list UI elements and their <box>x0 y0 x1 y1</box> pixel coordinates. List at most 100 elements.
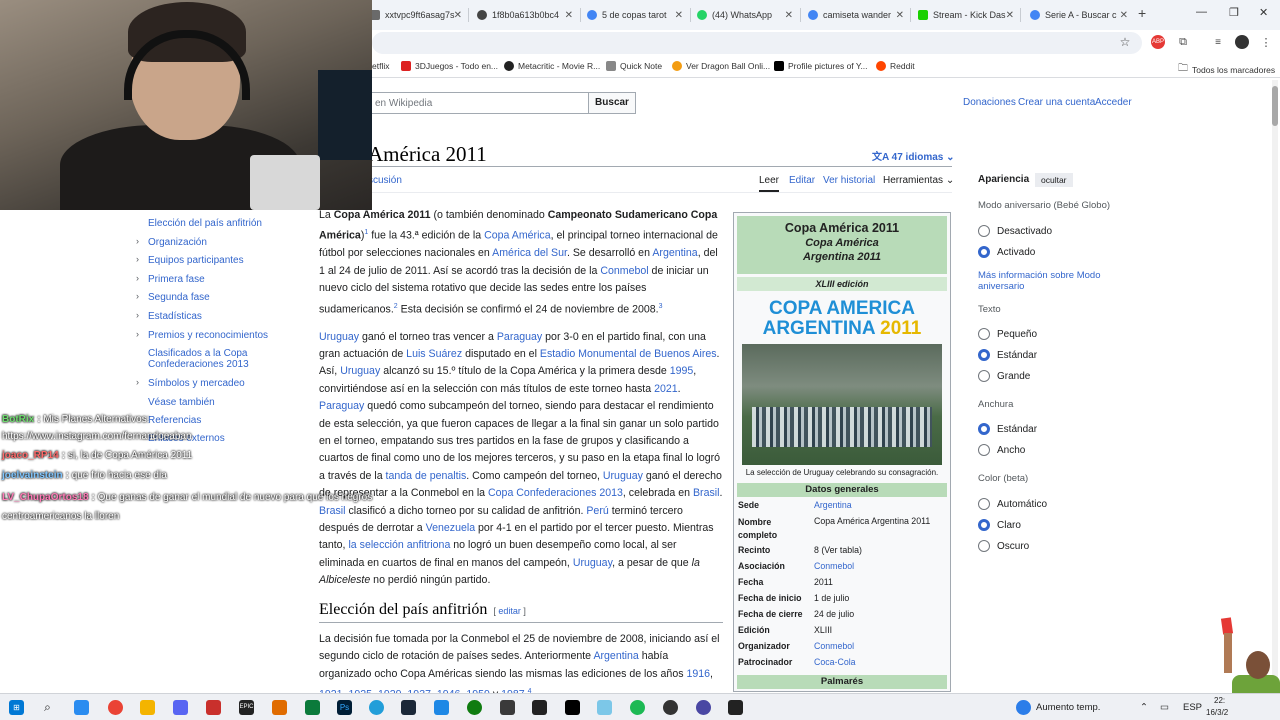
steam-icon[interactable] <box>401 700 416 715</box>
toc-item[interactable]: Segunda fase <box>148 292 210 303</box>
close-icon[interactable]: ✕ <box>454 10 462 21</box>
obs-icon[interactable] <box>663 700 678 715</box>
infobox-value[interactable]: Conmebol <box>814 561 950 571</box>
radio-button[interactable] <box>978 246 990 258</box>
browser-tab[interactable]: xxtvpc9ft6asag7s ✕ <box>370 5 462 25</box>
extensions-icon[interactable]: ⧉ <box>1176 35 1190 49</box>
tools-menu[interactable]: Herramientas ⌄ <box>883 175 954 186</box>
close-window-icon[interactable]: ✕ <box>1259 6 1268 19</box>
tab-discussion[interactable]: scusión <box>368 175 402 186</box>
tiktok-icon[interactable] <box>565 700 580 715</box>
app-icon[interactable] <box>728 700 743 715</box>
epic-games-icon[interactable]: EPIC <box>239 700 254 715</box>
bookmark[interactable]: 3DJuegos - Todo en... <box>401 61 498 71</box>
bookmark[interactable]: Ver Dragon Ball Onli... <box>672 61 770 71</box>
chrome-icon[interactable] <box>108 700 123 715</box>
donate-link[interactable]: Donaciones <box>963 97 1016 108</box>
avatar[interactable] <box>1235 35 1249 49</box>
photoshop-icon[interactable]: Ps <box>337 700 352 715</box>
close-icon[interactable]: ✕ <box>565 10 573 21</box>
tab-edit[interactable]: Editar <box>789 175 815 186</box>
infobox-value[interactable]: Argentina <box>814 500 950 510</box>
browser-tab[interactable]: (44) WhatsApp ✕ <box>697 5 793 25</box>
radio-button[interactable] <box>978 498 990 510</box>
clock-date[interactable]: 16/3/2 <box>1206 708 1228 717</box>
chevron-right-icon[interactable]: › <box>136 254 139 264</box>
toc-item[interactable]: Equipos participantes <box>148 255 244 266</box>
color-option[interactable]: Oscuro <box>978 540 1029 552</box>
star-icon[interactable]: ☆ <box>1118 35 1132 49</box>
app-icon[interactable] <box>696 700 711 715</box>
folder-icon[interactable] <box>140 700 155 715</box>
radio-button[interactable] <box>978 349 990 361</box>
language-indicator[interactable]: ESP <box>1183 702 1202 713</box>
bookmark[interactable]: Quick Note <box>606 61 662 71</box>
infobox-value[interactable]: Coca-Cola <box>814 657 950 667</box>
celebration-photo[interactable] <box>742 344 942 465</box>
toc-item[interactable]: Clasificados a la Copa Confederaciones 2… <box>148 348 258 370</box>
infobox-value[interactable]: Conmebol <box>814 641 950 651</box>
toc-item[interactable]: Véase también <box>148 397 215 408</box>
text-option[interactable]: Pequeño <box>978 328 1037 340</box>
hide-button[interactable]: ocultar <box>1035 173 1073 187</box>
text-option[interactable]: Estándar <box>978 349 1037 361</box>
more-menu-icon[interactable]: ⋮ <box>1259 35 1273 49</box>
search-icon[interactable]: ⌕ <box>40 700 55 715</box>
text-option[interactable]: Grande <box>978 370 1030 382</box>
radio-button[interactable] <box>978 444 990 456</box>
radio-button[interactable] <box>978 519 990 531</box>
app-icon[interactable] <box>206 700 221 715</box>
adblock-icon[interactable]: ABP <box>1151 35 1165 49</box>
app-icon[interactable] <box>305 700 320 715</box>
create-account-link[interactable]: Crear una cuenta <box>1018 97 1095 108</box>
radio-button[interactable] <box>978 370 990 382</box>
weather-icon[interactable] <box>1016 700 1031 715</box>
weather-text[interactable]: Aumento temp. <box>1036 702 1100 713</box>
bookmark[interactable]: Reddit <box>876 61 915 71</box>
search-input[interactable]: en Wikipedia <box>360 92 589 114</box>
widgets-icon[interactable] <box>74 700 89 715</box>
chevron-right-icon[interactable]: › <box>136 377 139 387</box>
chevron-right-icon[interactable]: › <box>136 236 139 246</box>
close-icon[interactable]: ✕ <box>675 10 683 21</box>
reading-list-icon[interactable]: ≡ <box>1211 35 1225 49</box>
clock-time[interactable]: 22: <box>1214 696 1225 705</box>
minimize-icon[interactable]: — <box>1196 6 1207 18</box>
login-link[interactable]: Acceder <box>1095 97 1132 108</box>
bookmark[interactable]: Metacritic - Movie R... <box>504 61 600 71</box>
app-icon[interactable] <box>597 700 612 715</box>
bookmark[interactable]: Profile pictures of Y... <box>774 61 868 71</box>
toc-item[interactable]: Organización <box>148 237 207 248</box>
all-bookmarks[interactable]: 🗀 Todos los marcadores <box>1178 61 1275 78</box>
browser-tab[interactable]: 1f8b0a613b0bc4 ✕ <box>477 5 573 25</box>
width-option[interactable]: Ancho <box>978 444 1025 456</box>
app-icon[interactable] <box>500 700 515 715</box>
discord-icon[interactable] <box>173 700 188 715</box>
color-option[interactable]: Claro <box>978 519 1021 531</box>
toc-item[interactable]: Símbolos y mercadeo <box>148 378 245 389</box>
search-button[interactable]: Buscar <box>588 92 636 114</box>
chevron-right-icon[interactable]: › <box>136 291 139 301</box>
close-icon[interactable]: ✕ <box>896 10 904 21</box>
width-option[interactable]: Estándar <box>978 423 1037 435</box>
app-icon[interactable] <box>434 700 449 715</box>
toc-item[interactable]: Elección del país anfitrión <box>148 218 262 229</box>
languages-button[interactable]: 文A 47 idiomas ⌄ <box>872 148 955 163</box>
close-icon[interactable]: ✕ <box>785 10 793 21</box>
scrollbar[interactable] <box>1272 80 1278 692</box>
new-tab-icon[interactable]: + <box>1138 5 1146 21</box>
toc-item[interactable]: Estadísticas <box>148 311 202 322</box>
browser-tab[interactable]: Stream - Kick Das ✕ <box>918 5 1014 25</box>
chevron-right-icon[interactable]: › <box>136 329 139 339</box>
toc-item[interactable]: Premios y reconocimientos <box>148 330 268 341</box>
anniversary-option[interactable]: Desactivado <box>978 225 1052 237</box>
tab-read[interactable]: Leer <box>759 175 780 192</box>
color-option[interactable]: Automático <box>978 498 1047 510</box>
chevron-right-icon[interactable]: › <box>136 310 139 320</box>
radio-button[interactable] <box>978 423 990 435</box>
radio-button[interactable] <box>978 225 990 237</box>
anniversary-option[interactable]: Activado <box>978 246 1035 258</box>
address-bar[interactable] <box>372 32 1142 54</box>
close-icon[interactable]: ✕ <box>1120 10 1128 21</box>
browser-tab[interactable]: 5 de copas tarot ✕ <box>587 5 683 25</box>
